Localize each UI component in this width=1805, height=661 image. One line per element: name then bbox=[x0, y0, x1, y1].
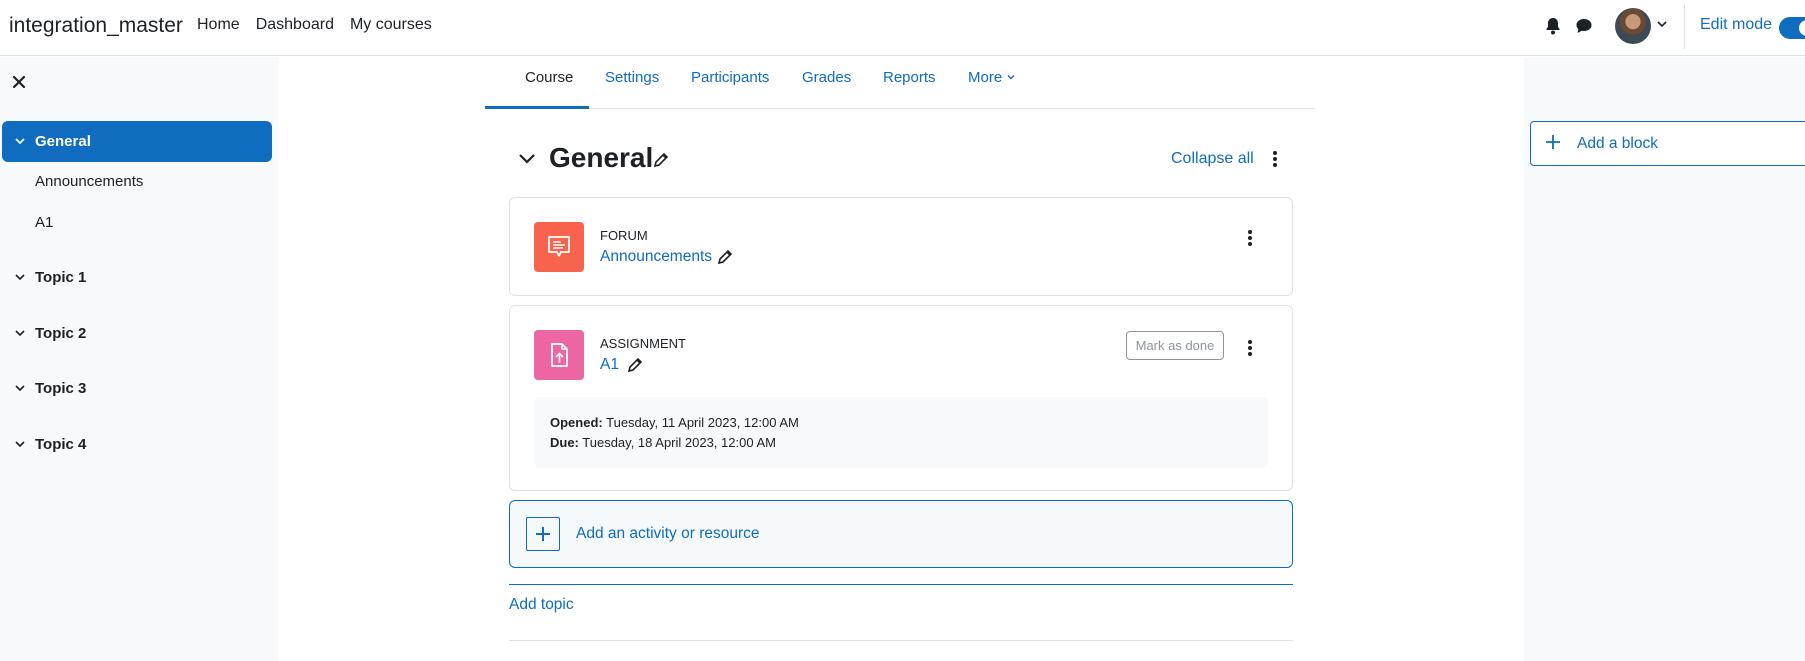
course-index-topic-3[interactable]: Topic 3 bbox=[2, 368, 272, 409]
due-date-row: Due: Tuesday, 18 April 2023, 12:00 AM bbox=[550, 433, 1252, 453]
plus-icon bbox=[1546, 135, 1560, 149]
section-collapse-chevron-icon[interactable] bbox=[517, 151, 537, 167]
chevron-down-icon[interactable] bbox=[14, 327, 26, 339]
section-title: General bbox=[549, 142, 654, 173]
navbar-divider bbox=[1684, 5, 1685, 49]
add-block-button[interactable]: Add a block bbox=[1530, 121, 1805, 166]
section-label: Topic 4 bbox=[35, 436, 87, 453]
chevron-down-icon[interactable] bbox=[14, 438, 26, 450]
tab-more[interactable]: More bbox=[968, 69, 1016, 86]
add-topic-link[interactable]: Add topic bbox=[509, 596, 574, 614]
activity-name-link[interactable]: Announcements bbox=[600, 248, 712, 266]
activity-type-label: Forum bbox=[600, 228, 648, 243]
pencil-icon[interactable] bbox=[716, 248, 734, 266]
plus-icon bbox=[526, 517, 560, 551]
edit-mode-label[interactable]: Edit mode bbox=[1700, 16, 1772, 34]
active-tab-indicator bbox=[485, 106, 589, 109]
edit-mode-toggle[interactable] bbox=[1779, 17, 1805, 39]
add-block-label: Add a block bbox=[1577, 135, 1658, 152]
tab-participants[interactable]: Participants bbox=[691, 69, 769, 86]
nav-dashboard-link[interactable]: Dashboard bbox=[256, 16, 334, 34]
section-label: Topic 2 bbox=[35, 325, 87, 342]
section-label: General bbox=[35, 133, 91, 150]
pencil-icon[interactable] bbox=[652, 151, 670, 169]
opened-date-row: Opened: Tuesday, 11 April 2023, 12:00 AM bbox=[550, 413, 1252, 433]
nav-home-link[interactable]: Home bbox=[197, 16, 240, 34]
course-index-drawer: General Announcements A1 Topic 1 Topic 2… bbox=[0, 57, 278, 661]
tab-course[interactable]: Course bbox=[525, 69, 573, 86]
site-name[interactable]: integration_master bbox=[9, 14, 183, 38]
course-index-a1[interactable]: A1 bbox=[2, 202, 272, 243]
opened-value: Tuesday, 11 April 2023, 12:00 AM bbox=[606, 415, 799, 430]
tab-grades[interactable]: Grades bbox=[802, 69, 851, 86]
section-divider bbox=[509, 640, 1293, 641]
activity-actions-kebab-icon[interactable] bbox=[1242, 228, 1258, 248]
course-secondary-navigation: Course Settings Participants Grades Repo… bbox=[485, 57, 1315, 109]
tab-reports[interactable]: Reports bbox=[883, 69, 936, 86]
assignment-icon bbox=[534, 330, 584, 380]
chevron-down-icon bbox=[1007, 75, 1015, 80]
chevron-down-icon[interactable] bbox=[14, 382, 26, 394]
messages-icon[interactable] bbox=[1574, 16, 1594, 36]
due-label: Due: bbox=[550, 435, 579, 450]
bell-icon[interactable] bbox=[1543, 16, 1563, 36]
course-index-topic-4[interactable]: Topic 4 bbox=[2, 424, 272, 465]
activity-label: A1 bbox=[35, 214, 54, 231]
chevron-down-icon[interactable] bbox=[14, 135, 26, 147]
forum-icon bbox=[534, 222, 584, 272]
close-icon[interactable] bbox=[11, 74, 27, 90]
collapse-all-link[interactable]: Collapse all bbox=[1171, 150, 1254, 168]
activity-name-link[interactable]: A1 bbox=[600, 356, 619, 374]
activity-type-label: Assignment bbox=[600, 336, 686, 351]
activity-card-forum: Forum Announcements bbox=[509, 197, 1293, 296]
activity-actions-kebab-icon[interactable] bbox=[1242, 338, 1258, 358]
course-index-topic-1[interactable]: Topic 1 bbox=[2, 257, 272, 298]
user-avatar[interactable] bbox=[1615, 8, 1651, 44]
mark-as-done-button[interactable]: Mark as done bbox=[1126, 331, 1224, 360]
top-navbar: integration_master Home Dashboard My cou… bbox=[0, 0, 1805, 56]
section-label: Topic 1 bbox=[35, 269, 87, 286]
add-topic-divider bbox=[509, 584, 1293, 585]
opened-label: Opened: bbox=[550, 415, 603, 430]
tab-settings[interactable]: Settings bbox=[605, 69, 659, 86]
chevron-down-icon[interactable] bbox=[1656, 18, 1668, 30]
pencil-icon[interactable] bbox=[626, 356, 644, 374]
tab-more-label: More bbox=[968, 69, 1003, 86]
add-activity-label: Add an activity or resource bbox=[576, 525, 760, 542]
nav-my-courses-link[interactable]: My courses bbox=[350, 16, 432, 34]
activity-card-assignment: Assignment A1 Mark as done Opened: Tuesd… bbox=[509, 305, 1293, 491]
course-index-announcements[interactable]: Announcements bbox=[2, 161, 272, 202]
due-value: Tuesday, 18 April 2023, 12:00 AM bbox=[582, 435, 776, 450]
activity-label: Announcements bbox=[35, 173, 144, 190]
section-actions-kebab-icon[interactable] bbox=[1267, 149, 1283, 169]
add-activity-button[interactable]: Add an activity or resource bbox=[509, 500, 1293, 568]
primary-navigation: Home Dashboard My courses bbox=[197, 16, 432, 34]
chevron-down-icon[interactable] bbox=[14, 271, 26, 283]
section-label: Topic 3 bbox=[35, 380, 87, 397]
course-index-general[interactable]: General bbox=[2, 121, 272, 162]
activity-dates: Opened: Tuesday, 11 April 2023, 12:00 AM… bbox=[534, 397, 1268, 468]
block-drawer: Add a block bbox=[1524, 57, 1805, 661]
course-index-topic-2[interactable]: Topic 2 bbox=[2, 313, 272, 354]
